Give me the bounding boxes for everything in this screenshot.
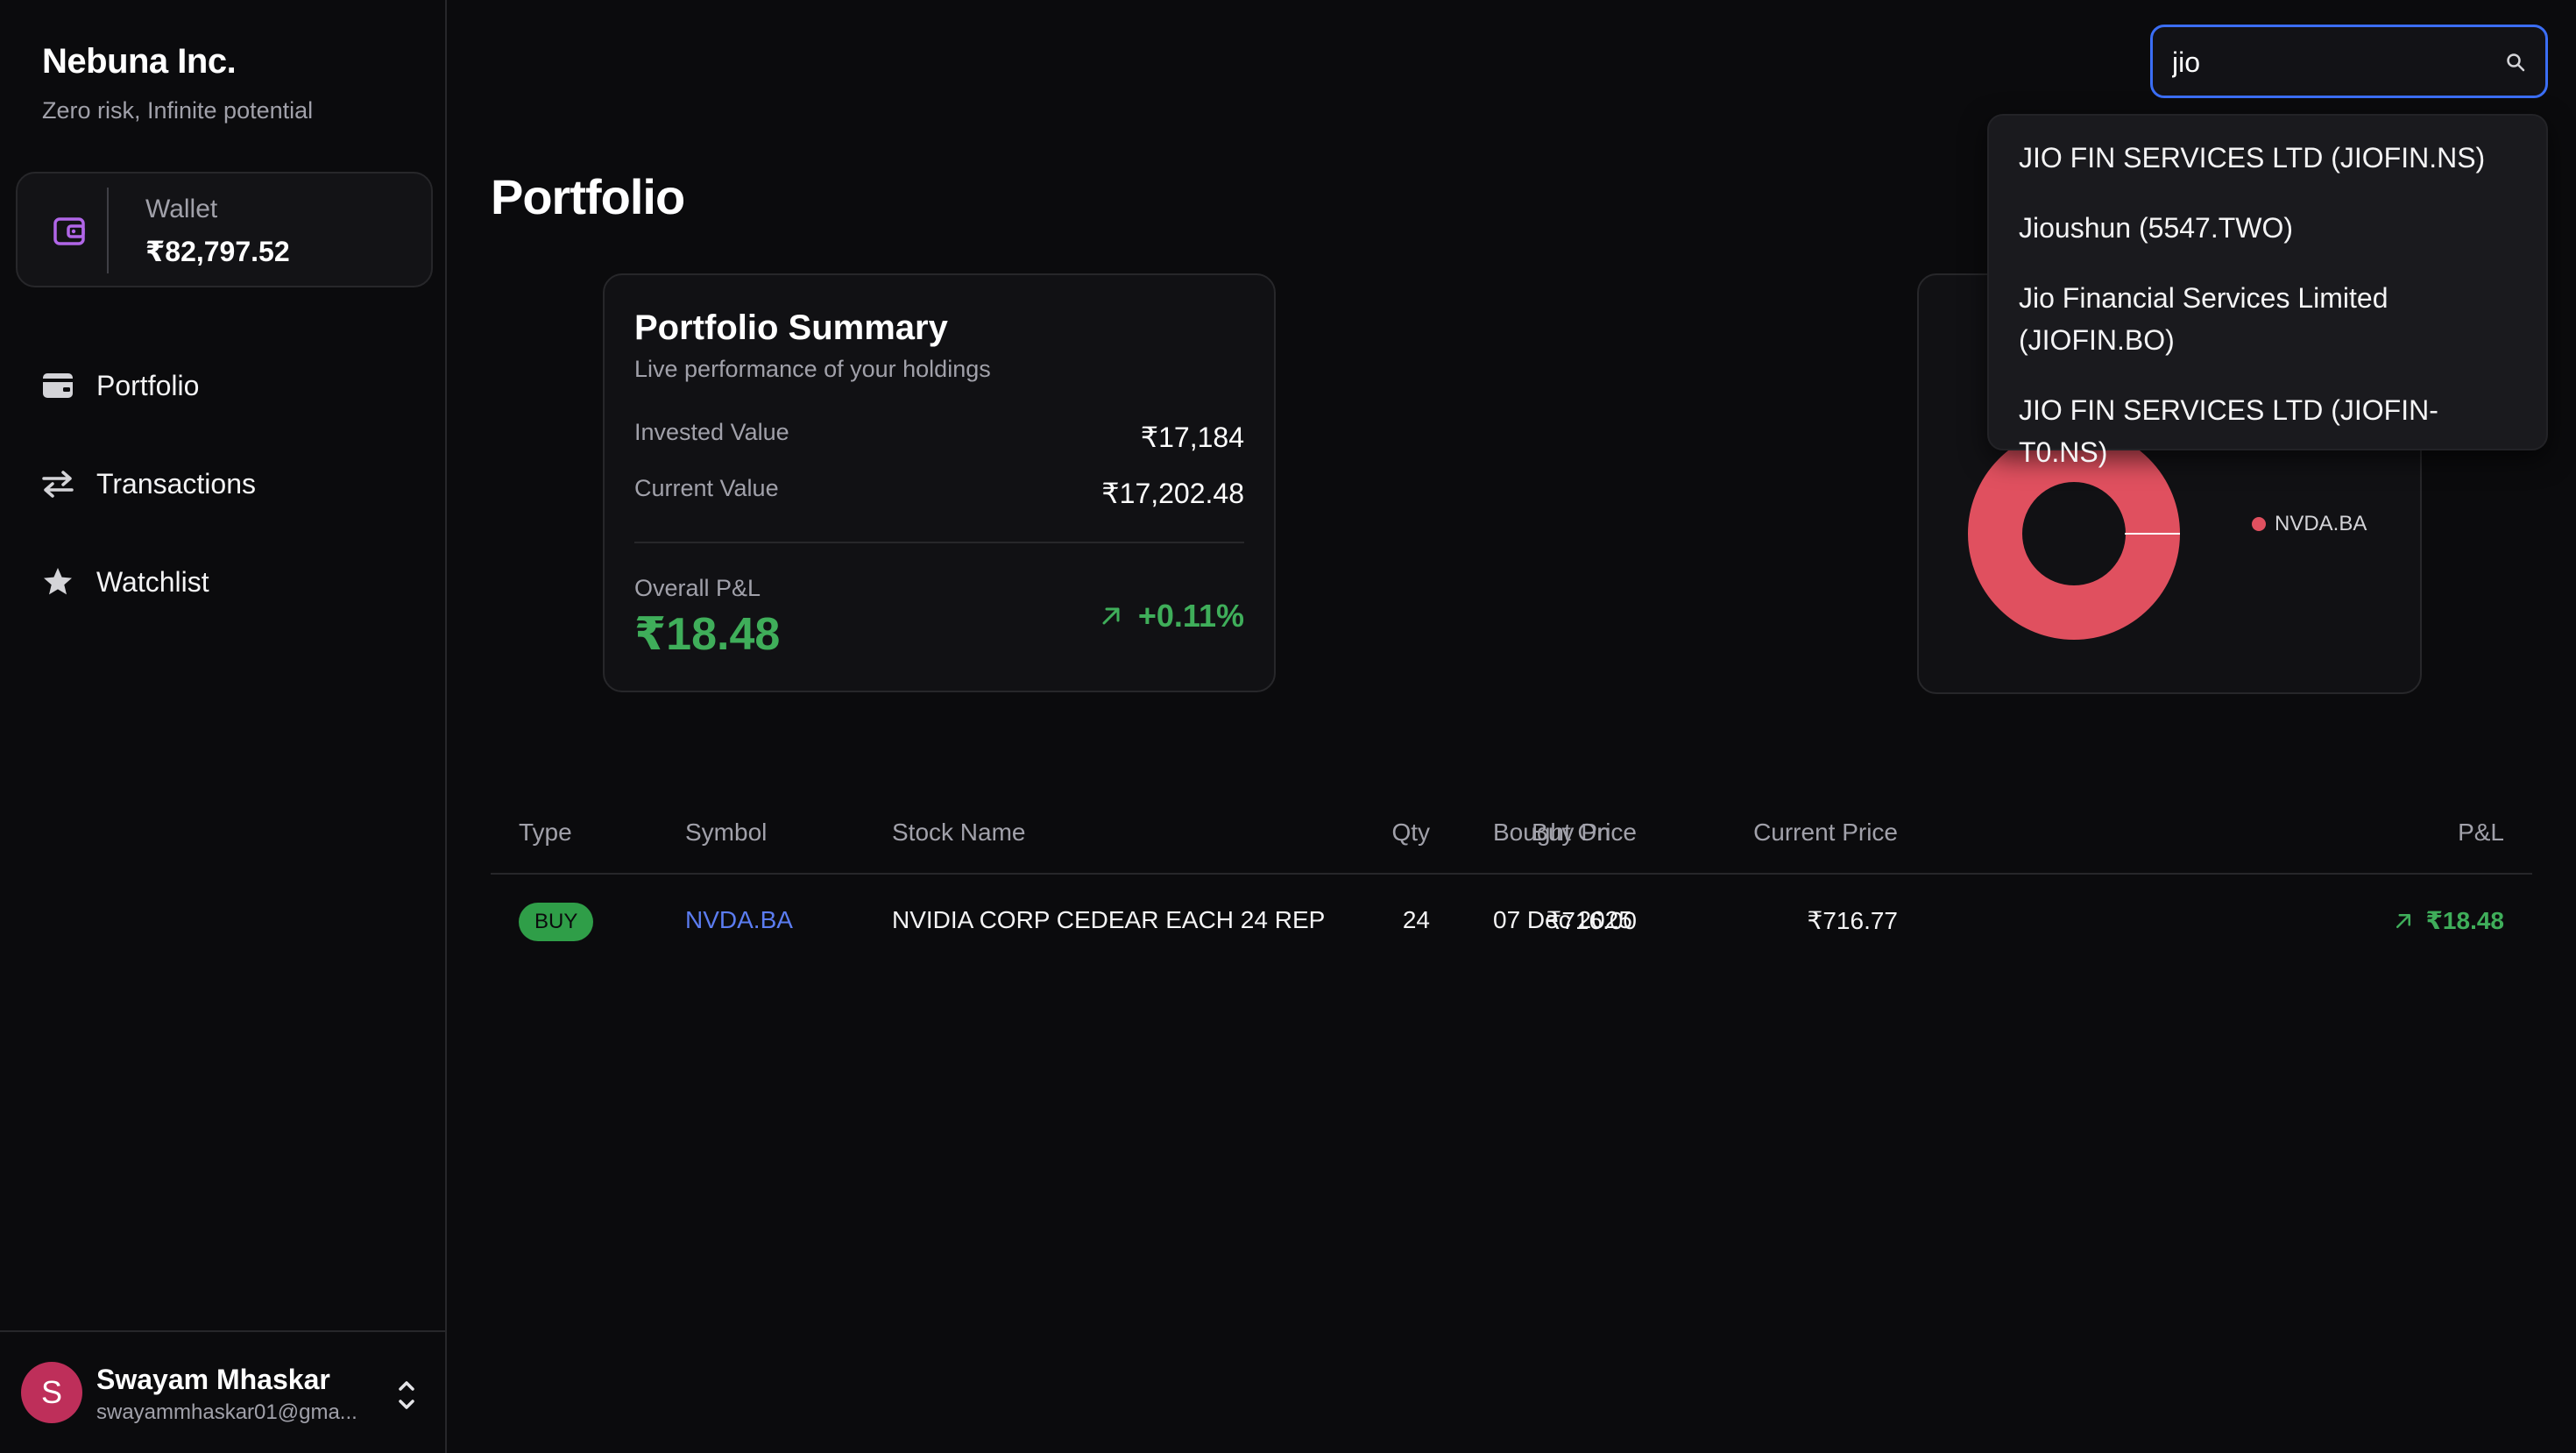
overall-pnl-percent: +0.11% bbox=[1100, 598, 1244, 634]
sidebar-item-label: Transactions bbox=[96, 467, 256, 500]
brand-title: Nebuna Inc. bbox=[42, 42, 237, 81]
current-value: ₹17,202.48 bbox=[1101, 478, 1244, 509]
page-title: Portfolio bbox=[491, 169, 685, 224]
column-header-symbol[interactable]: Symbol bbox=[685, 819, 767, 847]
qty-cell: 24 bbox=[1402, 906, 1430, 933]
pl-value: ₹18.48 bbox=[2425, 907, 2504, 934]
search-results-dropdown: JIO FIN SERVICES LTD (JIOFIN.NS) Jioushu… bbox=[1987, 114, 2548, 468]
legend-dot bbox=[2252, 517, 2266, 531]
search-input[interactable] bbox=[2172, 43, 2488, 82]
sidebar-item-transactions[interactable]: Transactions bbox=[40, 459, 256, 508]
stock-name-cell: NVIDIA CORP CEDEAR EACH 24 REP bbox=[892, 906, 1326, 933]
search-result-item[interactable]: Jio Financial Services Limited (JIOFIN.B… bbox=[2019, 277, 2527, 361]
summary-title: Portfolio Summary bbox=[634, 308, 948, 347]
chart-legend: NVDA.BA bbox=[2252, 512, 2367, 536]
portfolio-summary-card: Portfolio Summary Live performance of yo… bbox=[603, 273, 1276, 692]
table-header-divider bbox=[491, 873, 2532, 875]
column-header-qty[interactable]: Qty bbox=[1391, 819, 1430, 847]
search-box[interactable] bbox=[2150, 25, 2548, 98]
invested-value-label: Invested Value bbox=[634, 419, 789, 445]
current-value-label: Current Value bbox=[634, 475, 779, 501]
user-menu[interactable]: S Swayam Mhaskar swayammhaskar01@gma... bbox=[0, 1330, 447, 1453]
current-price-cell: ₹716.77 bbox=[1807, 907, 1898, 934]
pnl-percent-text: +0.11% bbox=[1137, 598, 1244, 634]
chevrons-up-down-icon[interactable] bbox=[393, 1376, 421, 1414]
wallet-divider bbox=[107, 188, 109, 273]
avatar: S bbox=[21, 1362, 82, 1423]
overall-pnl-label: Overall P&L bbox=[634, 575, 761, 601]
invested-value: ₹17,184 bbox=[1140, 422, 1244, 453]
search-icon[interactable] bbox=[2505, 52, 2526, 73]
legend-label: NVDA.BA bbox=[2275, 512, 2367, 535]
card-icon bbox=[40, 368, 75, 403]
overall-pnl-value: ₹18.48 bbox=[634, 609, 781, 660]
search-result-item[interactable]: JIO FIN SERVICES LTD (JIOFIN.NS) bbox=[2019, 137, 2527, 179]
sidebar-item-watchlist[interactable]: Watchlist bbox=[40, 557, 209, 606]
arrow-up-right-icon bbox=[2396, 913, 2411, 928]
brand-subtitle: Zero risk, Infinite potential bbox=[42, 97, 314, 124]
search-result-item[interactable]: Jioushun (5547.TWO) bbox=[2019, 207, 2527, 249]
sidebar: Nebuna Inc. Zero risk, Infinite potentia… bbox=[0, 0, 447, 1453]
column-header-type[interactable]: Type bbox=[519, 819, 572, 847]
column-header-stock-name[interactable]: Stock Name bbox=[892, 819, 1026, 847]
arrows-swap-icon bbox=[40, 466, 75, 501]
wallet-label: Wallet bbox=[145, 195, 218, 223]
sidebar-item-label: Portfolio bbox=[96, 369, 200, 401]
wallet-card: Wallet ₹82,797.52 bbox=[16, 172, 433, 287]
star-icon bbox=[40, 564, 75, 599]
column-header-pl[interactable]: P&L bbox=[2458, 819, 2504, 847]
brand: Nebuna Inc. Zero risk, Infinite potentia… bbox=[42, 42, 313, 124]
type-badge-buy: BUY bbox=[519, 903, 594, 941]
user-email: swayammhaskar01@gma... bbox=[96, 1400, 357, 1424]
search-result-item[interactable]: JIO FIN SERVICES LTD (JIOFIN-T0.NS) bbox=[2019, 389, 2527, 473]
sidebar-item-label: Watchlist bbox=[96, 565, 209, 598]
summary-subtitle: Live performance of your holdings bbox=[634, 356, 991, 382]
column-header-current-price[interactable]: Current Price bbox=[1753, 819, 1898, 847]
column-header-buy-price[interactable]: Buy Price bbox=[1532, 819, 1637, 847]
wallet-balance: ₹82,797.52 bbox=[145, 236, 290, 267]
symbol-link[interactable]: NVDA.BA bbox=[685, 906, 793, 934]
sidebar-item-portfolio[interactable]: Portfolio bbox=[40, 361, 199, 410]
summary-divider bbox=[634, 542, 1244, 543]
pl-cell: ₹18.48 bbox=[2394, 906, 2504, 935]
user-name: Swayam Mhaskar bbox=[96, 1364, 330, 1395]
arrow-up-right-icon bbox=[1102, 607, 1120, 625]
buy-price-cell: ₹716.00 bbox=[1546, 907, 1637, 934]
wallet-icon bbox=[53, 214, 88, 249]
